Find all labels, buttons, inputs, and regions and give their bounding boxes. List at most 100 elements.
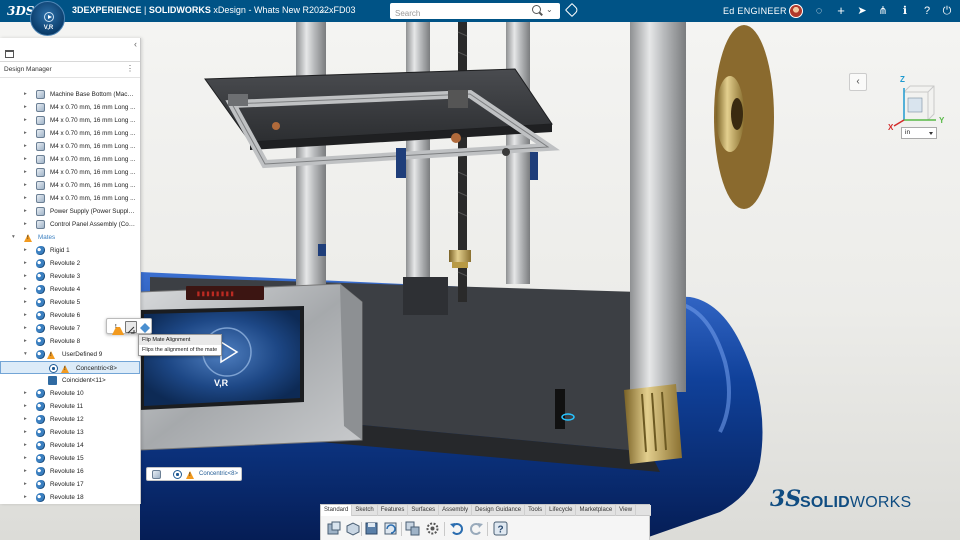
tab-design-guidance[interactable]: Design Guidance: [472, 505, 526, 516]
expand-arrow-icon[interactable]: ▸: [24, 468, 27, 474]
tab-surfaces[interactable]: Surfaces: [408, 505, 440, 516]
expand-arrow-icon[interactable]: ▸: [24, 403, 27, 409]
collapse-arrow-icon[interactable]: ▾: [24, 351, 27, 357]
warning-icon[interactable]: [112, 323, 124, 335]
expand-arrow-icon[interactable]: ▸: [24, 390, 27, 396]
network-icon[interactable]: ⋔: [876, 4, 890, 18]
expand-arrow-icon[interactable]: ▸: [24, 299, 27, 305]
tree-row[interactable]: ▸ M4 x 0.70 mm, 16 mm Long ...: [0, 166, 140, 179]
settings-icon[interactable]: [425, 521, 440, 536]
add-icon[interactable]: +: [834, 4, 848, 18]
tree-row[interactable]: ▸ Rigid 1: [0, 244, 140, 257]
tree-row[interactable]: ▸ M4 x 0.70 mm, 16 mm Long ...: [0, 192, 140, 205]
app-title[interactable]: 3DEXPERIENCE | SOLIDWORKS xDesign - What…: [72, 5, 355, 15]
search-icon[interactable]: [532, 5, 541, 14]
tree-row[interactable]: ▸ Revolute 13: [0, 426, 140, 439]
tree-row[interactable]: ▸ Control Panel Assembly (Con...: [0, 218, 140, 231]
user-name[interactable]: Ed ENGINEER: [723, 6, 787, 16]
expand-arrow-icon[interactable]: ▸: [24, 195, 27, 201]
search-input[interactable]: [395, 6, 525, 21]
tree-row[interactable]: ▸ Machine Base Bottom (Machi...: [0, 88, 140, 101]
tab-standard[interactable]: Standard: [321, 505, 353, 516]
collapse-arrow-icon[interactable]: ▾: [12, 234, 15, 240]
expand-arrow-icon[interactable]: ▸: [24, 104, 27, 110]
tab-view[interactable]: View: [616, 505, 637, 516]
redo-icon[interactable]: [469, 521, 484, 536]
tag-icon[interactable]: [564, 2, 580, 18]
expand-arrow-icon[interactable]: ▸: [24, 91, 27, 97]
tree-row[interactable]: ▸ Revolute 12: [0, 413, 140, 426]
compass-icon[interactable]: ◌: [812, 4, 826, 18]
expand-arrow-icon[interactable]: ▸: [24, 416, 27, 422]
tree-row[interactable]: Coincident<11>: [0, 374, 140, 387]
expand-arrow-icon[interactable]: ▸: [24, 286, 27, 292]
tree-row[interactable]: ▸ Revolute 14: [0, 439, 140, 452]
compass-widget[interactable]: V,R: [30, 1, 65, 36]
play-icon[interactable]: [44, 12, 54, 22]
expand-arrow-icon[interactable]: ▸: [24, 442, 27, 448]
tree-row[interactable]: ▸ Revolute 16: [0, 465, 140, 478]
undo-icon[interactable]: [449, 521, 464, 536]
tree-row[interactable]: ▸ Revolute 4: [0, 283, 140, 296]
flip-mate-alignment-button[interactable]: [125, 321, 137, 334]
view-cube-graphic[interactable]: [886, 76, 946, 132]
tree-row[interactable]: ▸ Revolute 15: [0, 452, 140, 465]
tree-row[interactable]: ▸ Revolute 3: [0, 270, 140, 283]
new-component-icon[interactable]: [326, 521, 341, 536]
tree-row[interactable]: ▾ UserDefined 9: [0, 348, 140, 361]
tree-row[interactable]: ▸ Revolute 2: [0, 257, 140, 270]
tree-row[interactable]: ▸ Revolute 18: [0, 491, 140, 504]
expand-arrow-icon[interactable]: ▸: [24, 247, 27, 253]
search-options-chevron-icon[interactable]: ⌄: [546, 5, 553, 14]
tree-row[interactable]: ▸ M4 x 0.70 mm, 16 mm Long ...: [0, 140, 140, 153]
expand-arrow-icon[interactable]: ▸: [24, 130, 27, 136]
tree-row[interactable]: ▸ M4 x 0.70 mm, 16 mm Long ...: [0, 127, 140, 140]
expand-arrow-icon[interactable]: ▸: [24, 273, 27, 279]
mate-edit-button[interactable]: [139, 321, 151, 333]
apps-icon[interactable]: ℹ: [898, 4, 912, 18]
expand-arrow-icon[interactable]: ▸: [24, 312, 27, 318]
expand-arrow-icon[interactable]: ▸: [24, 338, 27, 344]
expand-arrow-icon[interactable]: ▸: [24, 325, 27, 331]
tree-row[interactable]: ▸ M4 x 0.70 mm, 16 mm Long ...: [0, 179, 140, 192]
help-icon[interactable]: ?: [493, 521, 508, 536]
selection-chip[interactable]: Concentric<8>: [146, 467, 242, 481]
tree-row[interactable]: ▸ Revolute 17: [0, 478, 140, 491]
save-icon[interactable]: [364, 521, 379, 536]
expand-arrow-icon[interactable]: ▸: [24, 117, 27, 123]
help-icon[interactable]: ?: [920, 4, 934, 18]
tab-sketch[interactable]: Sketch: [352, 505, 378, 516]
tab-features[interactable]: Features: [378, 505, 409, 516]
expand-arrow-icon[interactable]: ▸: [24, 481, 27, 487]
rebuild-icon[interactable]: [383, 521, 398, 536]
expand-arrow-icon[interactable]: ▸: [24, 429, 27, 435]
tree-row[interactable]: ▸ M4 x 0.70 mm, 16 mm Long ...: [0, 153, 140, 166]
collapse-panel-icon[interactable]: ‹: [134, 39, 137, 49]
expand-arrow-icon[interactable]: ▸: [24, 169, 27, 175]
expand-arrow-icon[interactable]: ▸: [24, 455, 27, 461]
tree-row[interactable]: ▸ Power Supply (Power Supply 1): [0, 205, 140, 218]
tab-lifecycle[interactable]: Lifecycle: [546, 505, 577, 516]
copy-icon[interactable]: [405, 521, 420, 536]
units-select[interactable]: in: [901, 127, 937, 139]
tree-row[interactable]: ▸ Revolute 8: [0, 335, 140, 348]
tree-row[interactable]: ▸ M4 x 0.70 mm, 16 mm Long ...: [0, 114, 140, 127]
expand-arrow-icon[interactable]: ▸: [24, 143, 27, 149]
tree-row[interactable]: ▸ Revolute 11: [0, 400, 140, 413]
share-icon[interactable]: ➤: [855, 4, 869, 18]
expand-arrow-icon[interactable]: ▸: [24, 260, 27, 266]
expand-arrow-icon[interactable]: ▸: [24, 494, 27, 500]
tab-tools[interactable]: Tools: [525, 505, 547, 516]
insert-component-icon[interactable]: [345, 521, 360, 536]
tree-row[interactable]: ▾ Mates: [0, 231, 140, 244]
tree-row[interactable]: ▸ M4 x 0.70 mm, 16 mm Long ...: [0, 101, 140, 114]
tree-row[interactable]: ▸ Revolute 5: [0, 296, 140, 309]
tree-row[interactable]: Concentric<8>: [0, 361, 140, 374]
previous-view-button[interactable]: ‹: [849, 73, 867, 91]
avatar[interactable]: [789, 4, 803, 18]
navigation-cube[interactable]: Z Y X: [886, 75, 946, 132]
tree-tab-icon[interactable]: [5, 50, 14, 58]
3d-viewport[interactable]: ▮▮▮▮▮▮▮▮ V,R Z Y X ‹ in 3S SOLIDWORKS: [0, 22, 960, 540]
expand-arrow-icon[interactable]: ▸: [24, 221, 27, 227]
tab-marketplace[interactable]: Marketplace: [576, 505, 617, 516]
